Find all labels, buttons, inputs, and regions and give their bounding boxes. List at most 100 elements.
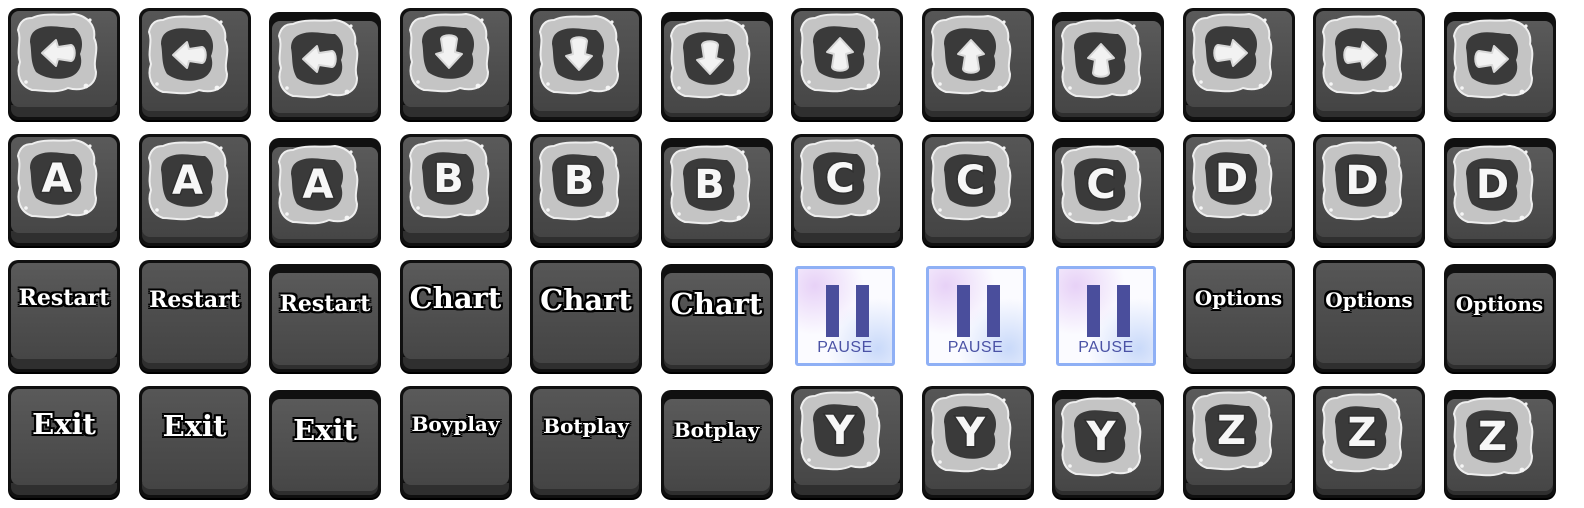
letter-label: C (954, 157, 986, 206)
arrow-left-button[interactable] (263, 2, 385, 126)
restart-button[interactable]: Restart (2, 254, 124, 378)
letter-y-button[interactable]: Y (785, 380, 907, 504)
arrow-left-icon (147, 14, 229, 96)
letter-label: Y (824, 407, 856, 456)
letter-y-button[interactable]: Y (1046, 380, 1168, 504)
botplay-button[interactable]: Botplay (655, 380, 777, 504)
button-label: Options (1455, 292, 1544, 316)
arrow-up-icon (799, 12, 881, 94)
letter-c-button[interactable]: C (916, 128, 1038, 252)
letter-c-button[interactable]: C (1046, 128, 1168, 252)
pause-icon (826, 285, 870, 337)
button-label: Exit (162, 409, 227, 443)
button-label: Restart (18, 285, 110, 311)
arrow-down-button[interactable] (524, 2, 646, 126)
letter-a-button[interactable]: A (2, 128, 124, 252)
options-button[interactable]: Options (1177, 254, 1299, 378)
exit-button[interactable]: Exit (263, 380, 385, 504)
letter-label: B (562, 157, 596, 206)
letter-y-button[interactable]: Y (916, 380, 1038, 504)
arrow-down-icon (408, 12, 490, 94)
arrow-right-icon (1452, 18, 1534, 100)
arrow-right-icon (1321, 14, 1403, 96)
button-label: Chart (409, 281, 502, 315)
restart-button[interactable]: Restart (263, 254, 385, 378)
row-letters: AAABBBCCCDDD (0, 128, 1584, 252)
arrow-up-button[interactable] (916, 2, 1038, 126)
letter-label: B (693, 161, 727, 210)
chart-button[interactable]: Chart (524, 254, 646, 378)
arrow-down-icon (538, 14, 620, 96)
pause-button[interactable]: PAUSE (916, 254, 1038, 378)
options-button[interactable]: Options (1438, 254, 1560, 378)
letter-label: C (824, 155, 856, 204)
arrow-down-button[interactable] (394, 2, 516, 126)
arrow-right-button[interactable] (1438, 2, 1560, 126)
button-label: Exit (293, 413, 357, 447)
arrow-up-button[interactable] (1046, 2, 1168, 126)
arrow-down-button[interactable] (655, 2, 777, 126)
row-arrows (0, 2, 1584, 126)
arrow-right-button[interactable] (1177, 2, 1299, 126)
arrow-up-button[interactable] (785, 2, 907, 126)
button-label: Exit (32, 407, 96, 441)
pause-card: PAUSE (795, 266, 895, 366)
letter-d-button[interactable]: D (1177, 128, 1299, 252)
exit-button[interactable]: Exit (2, 380, 124, 504)
arrow-right-icon (1191, 12, 1273, 94)
letter-b-button[interactable]: B (394, 128, 516, 252)
letter-label: Z (1346, 409, 1378, 458)
pause-button[interactable]: PAUSE (1046, 254, 1168, 378)
arrow-left-icon (277, 18, 359, 100)
pause-label: PAUSE (947, 339, 1004, 356)
letter-label: D (1213, 155, 1249, 204)
restart-button[interactable]: Restart (133, 254, 255, 378)
pause-card: PAUSE (925, 266, 1026, 366)
button-label: Options (1325, 288, 1413, 312)
button-label: Restart (279, 291, 371, 317)
pause-label: PAUSE (817, 339, 873, 356)
exit-button[interactable]: Exit (133, 380, 255, 504)
button-label: Botplay (673, 418, 760, 442)
letter-d-button[interactable]: D (1307, 128, 1429, 252)
button-label: Chart (670, 287, 763, 321)
arrow-left-button[interactable] (133, 2, 255, 126)
letter-label: A (40, 155, 74, 204)
button-label: Restart (149, 287, 240, 313)
botplay-button[interactable]: Botplay (524, 380, 646, 504)
letter-d-button[interactable]: D (1438, 128, 1560, 252)
letter-label: D (1474, 161, 1510, 210)
letter-label: A (171, 157, 205, 206)
row-misc: Exit Exit Exit Boyplay Botplay Botplay Y Y Y Z Z Z (0, 380, 1584, 504)
letter-label: C (1085, 161, 1117, 210)
letter-label: Y (955, 409, 987, 458)
options-button[interactable]: Options (1307, 254, 1429, 378)
letter-label: B (432, 155, 466, 204)
letter-b-button[interactable]: B (655, 128, 777, 252)
pause-icon (1087, 285, 1131, 337)
button-label: Boyplay (411, 412, 500, 436)
row-menu-buttons: Restart Restart Restart Chart Chart Chart PAUS… (0, 254, 1584, 378)
arrow-up-icon (1060, 18, 1142, 100)
chart-button[interactable]: Chart (655, 254, 777, 378)
letter-c-button[interactable]: C (785, 128, 907, 252)
letter-label: Z (1215, 407, 1247, 456)
letter-label: Z (1476, 413, 1508, 462)
pause-button[interactable]: PAUSE (785, 254, 907, 378)
letter-b-button[interactable]: B (524, 128, 646, 252)
letter-a-button[interactable]: A (133, 128, 255, 252)
button-label: Botplay (543, 414, 629, 438)
letter-z-button[interactable]: Z (1177, 380, 1299, 504)
arrow-right-button[interactable] (1307, 2, 1429, 126)
letter-a-button[interactable]: A (263, 128, 385, 252)
arrow-down-icon (669, 18, 751, 100)
letter-label: A (301, 161, 335, 210)
boyplay-button[interactable]: Boyplay (394, 380, 516, 504)
chart-button[interactable]: Chart (394, 254, 516, 378)
arrow-left-icon (16, 12, 98, 94)
letter-z-button[interactable]: Z (1307, 380, 1429, 504)
button-label: Chart (540, 283, 632, 317)
letter-label: Y (1085, 413, 1117, 462)
letter-z-button[interactable]: Z (1438, 380, 1560, 504)
arrow-left-button[interactable] (2, 2, 124, 126)
